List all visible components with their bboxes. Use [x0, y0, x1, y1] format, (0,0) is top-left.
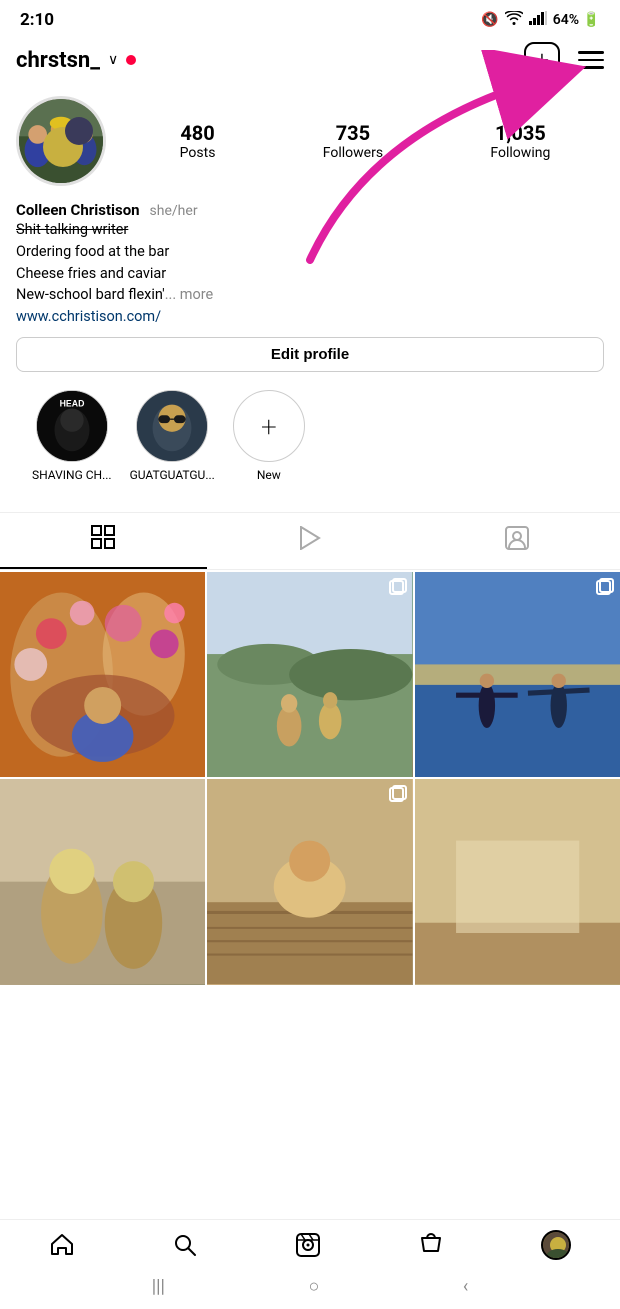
hamburger-menu-button[interactable] — [578, 51, 604, 69]
following-count: 1,035 — [495, 121, 546, 145]
nav-shop[interactable] — [418, 1232, 444, 1258]
posts-stat[interactable]: 480 Posts — [180, 121, 216, 161]
bio-line-1: Shit-talking writer — [16, 219, 604, 241]
photo-2 — [207, 572, 412, 777]
tab-tagged[interactable] — [413, 513, 620, 569]
reels-icon — [295, 1232, 321, 1258]
avatar[interactable] — [16, 96, 106, 186]
photo-3 — [415, 572, 620, 777]
nav-search[interactable] — [172, 1232, 198, 1258]
story-item-new[interactable]: + New — [233, 390, 305, 482]
story-item-guat[interactable]: GUATGUATGU... — [130, 390, 215, 482]
story-circle-new: + — [233, 390, 305, 462]
person-tag-icon — [505, 526, 529, 556]
add-story-icon: + — [261, 410, 277, 443]
photo-1 — [0, 572, 205, 777]
photo-cell-1[interactable] — [0, 572, 205, 777]
photo-6 — [415, 779, 620, 984]
bio-name: Colleen Christison — [16, 201, 140, 219]
followers-count: 735 — [336, 121, 370, 145]
tabs-section — [0, 512, 620, 570]
avatar-image — [19, 99, 103, 183]
menu-line-2 — [578, 59, 604, 62]
battery-level: 64% — [553, 12, 579, 28]
story-item-shaving[interactable]: HEAD SHAVING CH... — [32, 390, 112, 482]
photo-cell-2[interactable] — [207, 572, 412, 777]
username: chrstsn_ — [16, 48, 100, 73]
dropdown-icon[interactable]: ∨ — [108, 52, 118, 68]
edit-profile-button[interactable]: Edit profile — [16, 337, 604, 372]
photo-cell-3[interactable] — [415, 572, 620, 777]
wifi-icon — [505, 11, 523, 29]
bio-more[interactable]: ... more — [165, 286, 214, 303]
followers-stat[interactable]: 735 Followers — [323, 121, 383, 161]
story-label-new: New — [257, 468, 281, 482]
plus-square-icon: + — [535, 46, 549, 74]
story-circle-guat — [136, 390, 208, 462]
profile-avatar — [541, 1230, 571, 1260]
status-time: 2:10 — [20, 10, 54, 30]
bio-pronouns: she/her — [150, 203, 198, 219]
photo-grid — [0, 572, 620, 985]
multi-photo-badge — [389, 578, 407, 596]
menu-line-1 — [578, 51, 604, 54]
menu-line-3 — [578, 66, 604, 69]
add-post-button[interactable]: + — [524, 42, 560, 78]
bio-line-2: Ordering food at the bar — [16, 241, 604, 263]
android-recents-button[interactable]: ||| — [152, 1276, 165, 1297]
photo-5 — [207, 779, 412, 984]
profile-top: 480 Posts 735 Followers 1,035 Following — [16, 96, 604, 186]
nav-items — [0, 1220, 620, 1268]
signal-icon — [529, 11, 547, 29]
bio-section: Colleen Christison she/her Shit-talking … — [16, 200, 604, 325]
photo-cell-6[interactable] — [415, 779, 620, 984]
story-circle-shaving: HEAD — [36, 390, 108, 462]
tab-reels[interactable] — [207, 513, 414, 569]
header-right: + — [524, 42, 604, 78]
photo-4 — [0, 779, 205, 984]
story-label-shaving: SHAVING CH... — [32, 468, 112, 482]
search-icon — [172, 1232, 198, 1258]
multi-photo-badge-2 — [596, 578, 614, 596]
stories-section: HEAD SHAVING CH... — [16, 390, 604, 482]
grid-icon — [91, 525, 115, 555]
android-back-button[interactable]: ‹ — [463, 1276, 468, 1297]
android-home-button[interactable]: ○ — [308, 1276, 319, 1297]
bottom-nav: ||| ○ ‹ — [0, 1219, 620, 1309]
followers-label: Followers — [323, 145, 383, 161]
header-left: chrstsn_ ∨ — [16, 48, 136, 73]
following-stat[interactable]: 1,035 Following — [490, 121, 550, 161]
tab-grid[interactable] — [0, 513, 207, 569]
android-nav: ||| ○ ‹ — [0, 1268, 620, 1309]
nav-reels[interactable] — [295, 1232, 321, 1258]
play-icon — [299, 526, 321, 556]
svg-text:HEAD: HEAD — [59, 399, 84, 409]
mute-icon: 🔇 — [481, 12, 498, 28]
bio-line-4: New-school bard flexin'... more — [16, 284, 604, 306]
header: chrstsn_ ∨ + — [0, 36, 620, 88]
bio-link[interactable]: www.cchristison.com/ — [16, 308, 161, 325]
photo-cell-4[interactable] — [0, 779, 205, 984]
posts-label: Posts — [180, 145, 216, 161]
nav-profile[interactable] — [541, 1230, 571, 1260]
home-icon — [49, 1232, 75, 1258]
following-label: Following — [490, 145, 550, 161]
photo-cell-5[interactable] — [207, 779, 412, 984]
profile-section: 480 Posts 735 Followers 1,035 Following … — [0, 88, 620, 512]
status-bar: 2:10 🔇 64% — [0, 0, 620, 36]
battery-icon: 64% 🔋 — [553, 12, 600, 28]
stats-section: 480 Posts 735 Followers 1,035 Following — [126, 121, 604, 161]
multi-photo-badge-3 — [389, 785, 407, 803]
nav-home[interactable] — [49, 1232, 75, 1258]
posts-count: 480 — [180, 121, 214, 145]
story-label-guat: GUATGUATGU... — [130, 468, 215, 482]
live-indicator — [126, 55, 136, 65]
bio-line-3: Cheese fries and caviar — [16, 263, 604, 285]
shop-icon — [418, 1232, 444, 1258]
status-icons: 🔇 64% 🔋 — [481, 11, 600, 29]
